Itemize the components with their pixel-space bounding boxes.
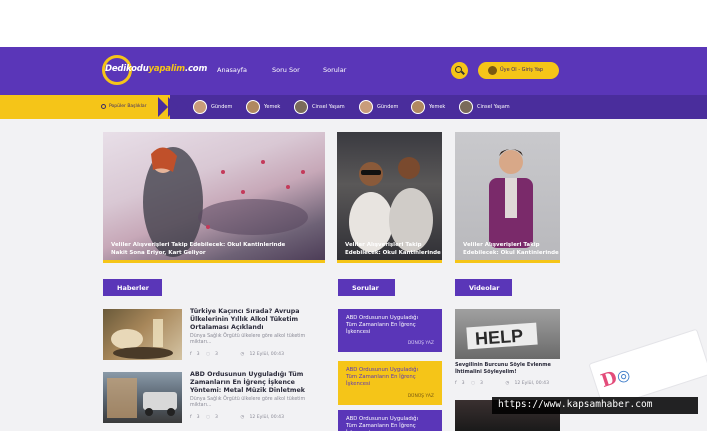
answer-link[interactable]: DÜNÜŞ YAZ [408,341,434,346]
article-description: Dünya Sağlık Örgütü ülkelere göre alkol … [190,397,306,408]
article-meta: f3 ◌ 3 ◷ 12 Eylül, 00:43 [190,352,285,357]
chip-avatar [294,100,308,114]
like-icon: f [190,352,192,357]
watermark-url: https://www.kapsamhaber.com [492,397,698,414]
comment-icon: ◌ [206,415,211,420]
login-register-label: Üye Ol - Giriş Yap [500,67,544,73]
chip-avatar [246,100,260,114]
featured-underline [337,260,442,263]
user-icon [488,66,497,75]
question-text: ABD Ordusunun Uyguladığı Tüm Zamanların … [346,416,418,431]
logo-text: Dedikoduyapalim.com [105,64,208,74]
section-title-questions: Sorular [338,279,395,296]
featured-card[interactable]: Veliler Alışverişleri Takip Edebilecek: … [103,132,325,263]
nav-link-ask[interactable]: Soru Sor [272,66,300,74]
page: Dedikoduyapalim.com Anasayfa Soru Sor So… [0,0,707,431]
clock-icon: ◷ [505,381,510,386]
chip-avatar [193,100,207,114]
article-meta: f3 ◌ 3 ◷ 12 Eylül, 00:43 [190,415,285,420]
featured-card[interactable]: Veliler Alışverişleri Takip Edebilecek: O… [337,132,442,263]
video-image: HELP [466,322,538,350]
video-title[interactable]: Sevgilinin Burcunu Söyle Evlenme İhtimal… [455,362,565,376]
article-thumbnail[interactable] [103,309,182,360]
featured-caption: Veliler Alışverişleri Takip Edebilecek: O… [463,242,559,256]
street-image [107,378,177,418]
comment-icon: ◌ [471,381,476,386]
question-card[interactable]: ABD Ordusunun Uyguladığı Tüm Zamanların … [338,361,442,405]
chip-avatar [359,100,373,114]
search-button[interactable] [451,62,468,79]
question-text: ABD Ordusunun Uyguladığı Tüm Zamanların … [346,315,418,335]
article-thumbnail[interactable] [103,372,182,423]
featured-caption: Veliler Alışverişleri Takip Edebilecek: … [111,242,286,256]
like-icon: f [455,381,457,386]
chevron-right-icon [178,97,190,117]
article-title[interactable]: ABD Ordusunun Uyguladığı Tüm Zamanların … [190,371,325,395]
trending-bar: Popüler Başlıklar Gündem Yemek Cinsel Ya… [0,95,707,119]
clock-icon [101,104,106,109]
nav-link-home[interactable]: Anasayfa [217,66,247,74]
question-text: ABD Ordusunun Uyguladığı Tüm Zamanların … [346,367,418,387]
svg-text:HELP: HELP [474,326,523,349]
food-image [111,319,173,359]
site-header: Dedikoduyapalim.com Anasayfa Soru Sor So… [0,47,707,95]
clock-icon: ◷ [240,415,245,420]
section-title-videos: Videolar [455,279,512,296]
trending-label: Popüler Başlıklar [109,104,147,109]
article-title[interactable]: Türkiye Kaçıncı Sırada? Avrupa Ülkelerin… [190,308,325,332]
featured-card[interactable]: Veliler Alışverişleri Takip Edebilecek: O… [455,132,560,263]
answer-link[interactable]: DÜNÜŞ YAZ [408,394,434,399]
login-register-button[interactable]: Üye Ol - Giriş Yap [478,62,559,79]
question-card[interactable]: ABD Ordusunun Uyguladığı Tüm Zamanların … [338,410,442,431]
clock-icon: ◷ [240,352,245,357]
featured-underline [455,260,560,263]
chip-avatar [411,100,425,114]
featured-caption: Veliler Alışverişleri Takip Edebilecek: O… [345,242,441,256]
chip-avatar [459,100,473,114]
nav-link-questions[interactable]: Sorular [323,66,346,74]
video-thumbnail[interactable]: HELP [455,309,560,359]
comment-icon: ◌ [206,352,211,357]
featured-underline [103,260,325,263]
question-card[interactable]: ABD Ordusunun Uyguladığı Tüm Zamanların … [338,309,442,352]
like-icon: f [190,415,192,420]
site-logo[interactable]: Dedikoduyapalim.com [102,55,207,85]
section-title-news: Haberler [103,279,162,296]
video-meta: f3 ◌ 3 ◷ 12 Eylül, 00:43 [455,381,550,386]
article-description: Dünya Sağlık Örgütü ülkelere göre alkol … [190,334,306,345]
